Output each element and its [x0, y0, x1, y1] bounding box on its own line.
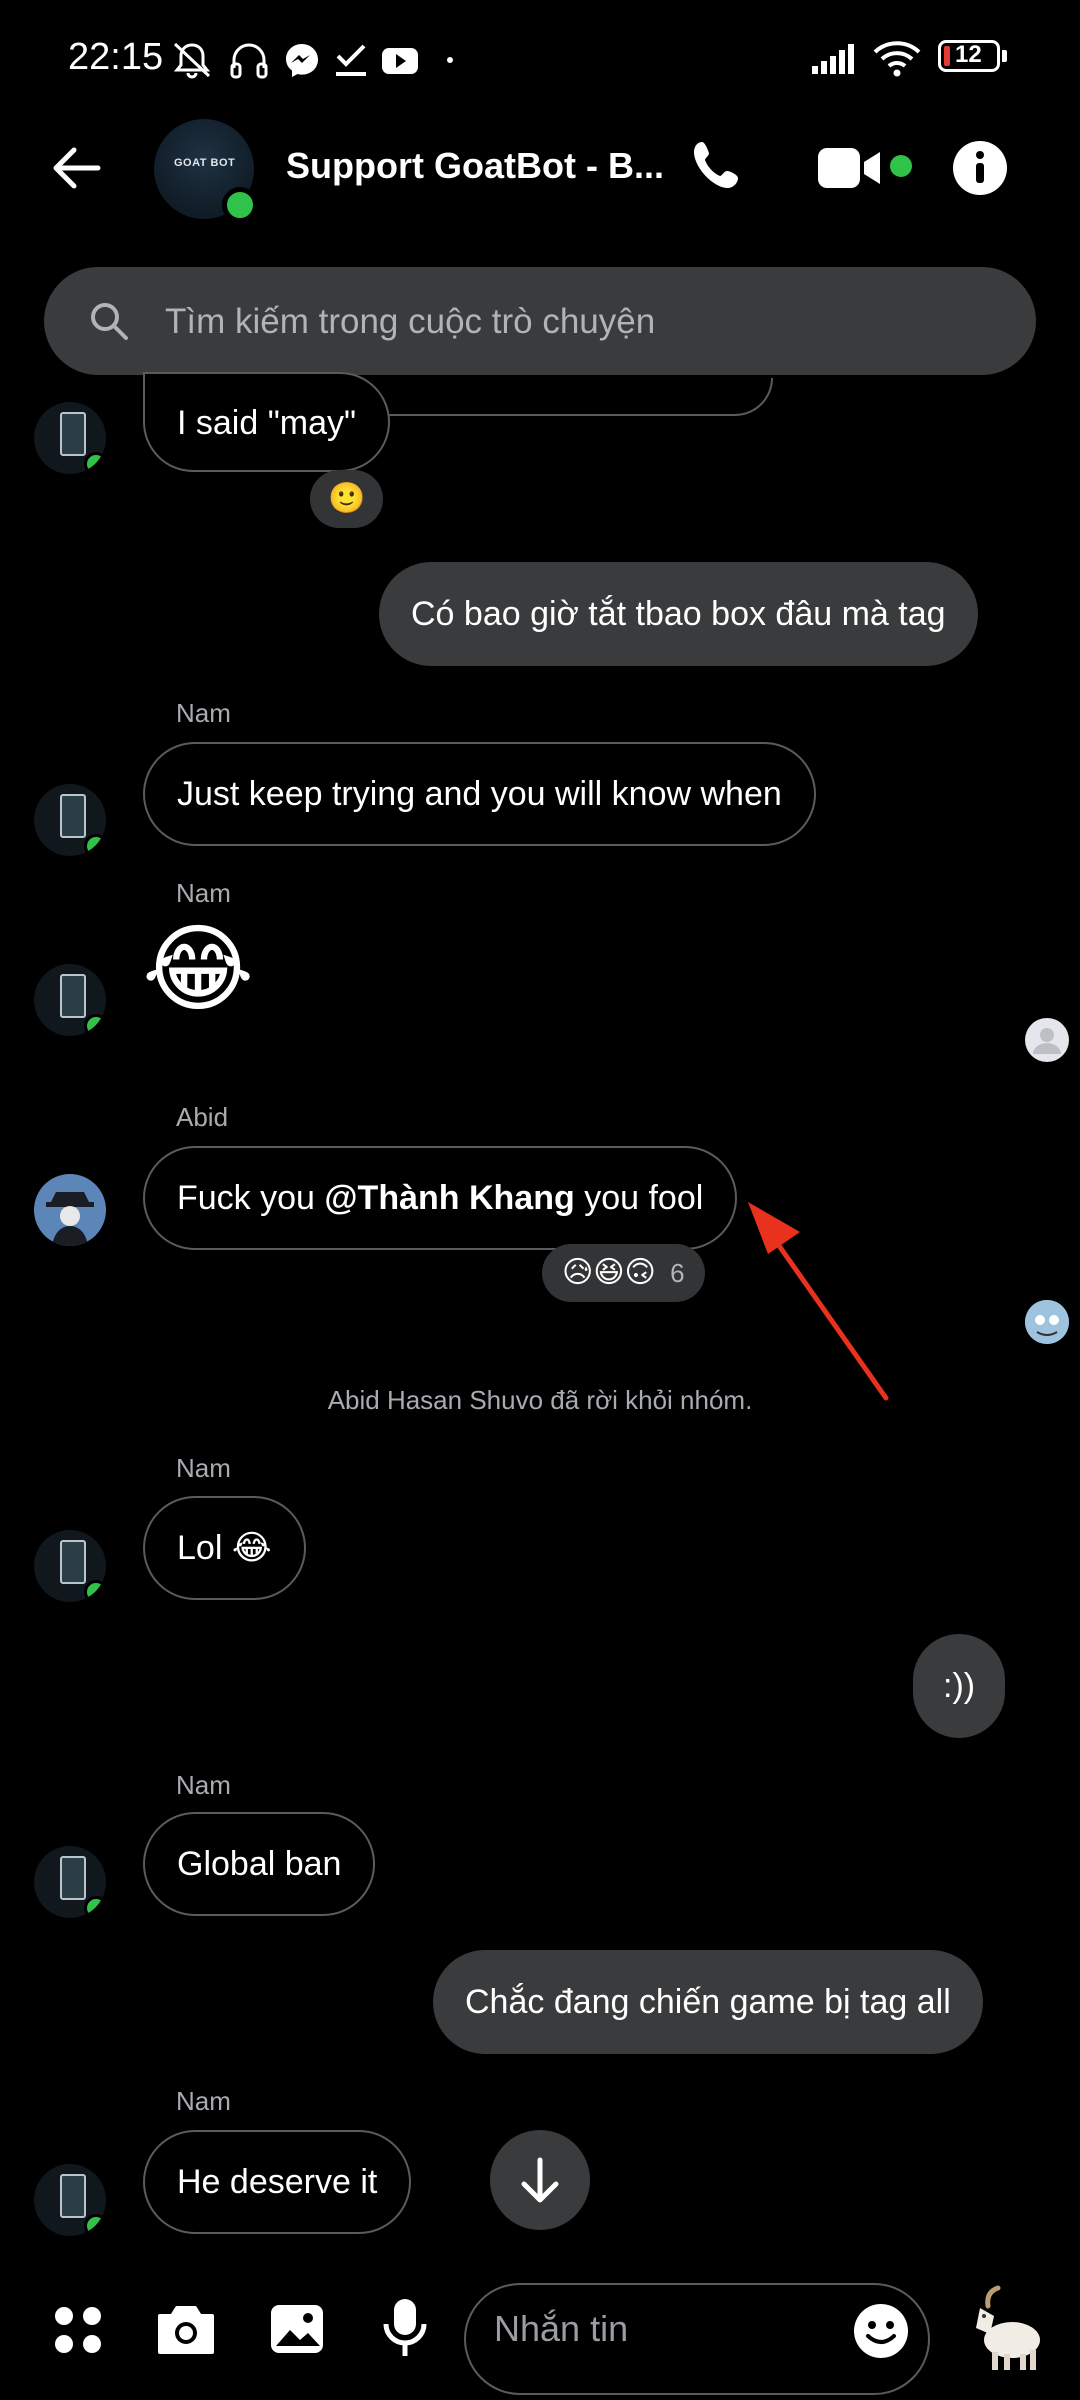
reactions-badge[interactable]: 😥😆🙃 6: [542, 1244, 705, 1302]
conversation-title[interactable]: Support GoatBot - B...: [286, 145, 664, 187]
wifi-icon: [873, 41, 921, 77]
emoji-icon[interactable]: [852, 2302, 910, 2360]
emoji-message[interactable]: 😂: [142, 915, 254, 1025]
reaction-badge[interactable]: 🙂: [310, 470, 384, 528]
message-bubble[interactable]: Global ban: [143, 1812, 376, 1916]
outgoing-message-bubble[interactable]: Có bao giờ tắt tbao box đâu mà tag: [379, 562, 978, 666]
message-bubble[interactable]: He deserve it: [143, 2130, 412, 2234]
apps-grid-icon[interactable]: [50, 2302, 106, 2358]
sender-name: Nam: [176, 1453, 231, 1483]
group-avatar-text: GOAT BOT: [174, 157, 236, 169]
message-input-placeholder: Nhắn tin: [494, 2308, 629, 2349]
message-bubble[interactable]: Lol 😂: [143, 1496, 306, 1600]
camera-icon[interactable]: [154, 2300, 218, 2360]
message-text: you fool: [574, 1179, 704, 1217]
phone-icon[interactable]: [688, 138, 748, 198]
avatar-nam[interactable]: [34, 1530, 106, 1602]
arrow-down-icon: [521, 2157, 559, 2203]
dot-icon: [447, 57, 453, 63]
avatar-abid[interactable]: [34, 1174, 106, 1246]
youtube-icon: [382, 48, 418, 74]
outgoing-message-bubble[interactable]: :)): [913, 1634, 1006, 1738]
reaction-count: 6: [670, 1258, 685, 1288]
sender-name: Nam: [176, 878, 231, 908]
message-bubble[interactable]: Just keep trying and you will know when: [143, 742, 816, 846]
scroll-to-bottom-button[interactable]: [490, 2130, 590, 2230]
seen-avatar: [1025, 1300, 1069, 1344]
search-icon: [91, 303, 128, 340]
message-bubble[interactable]: I said "may": [143, 372, 391, 472]
outgoing-message-bubble[interactable]: Chắc đang chiến game bị tag all: [433, 1950, 983, 2054]
sender-name: Abid: [176, 1102, 229, 1132]
message-bubble-mention[interactable]: Fuck you @Thành Khang you fool: [143, 1146, 738, 1250]
messenger-icon: [286, 44, 318, 77]
mute-bell-icon: [173, 42, 211, 79]
signal-icon: [812, 44, 854, 74]
online-status-dot: [222, 187, 258, 223]
info-icon[interactable]: [952, 140, 1008, 196]
sender-name: Nam: [176, 698, 231, 728]
done-check-icon: [336, 44, 366, 76]
search-placeholder: Tìm kiếm trong cuộc trò chuyện: [165, 302, 656, 341]
avatar-nam[interactable]: [34, 784, 106, 856]
status-time: 22:15: [68, 36, 164, 78]
avatar-nam[interactable]: [34, 402, 106, 474]
headphones-icon: [230, 43, 268, 79]
microphone-icon[interactable]: [380, 2296, 430, 2360]
battery-level: 12: [955, 41, 982, 68]
goat-sticker-icon[interactable]: [968, 2284, 1052, 2374]
gallery-icon[interactable]: [268, 2300, 326, 2358]
avatar-nam[interactable]: [34, 2164, 106, 2236]
video-online-dot: [890, 155, 912, 177]
system-message: Abid Hasan Shuvo đã rời khỏi nhóm.: [327, 1385, 753, 1415]
message-text: Fuck you: [177, 1179, 325, 1217]
reaction-emojis: 😥😆🙃: [562, 1256, 656, 1289]
avatar-nam[interactable]: [34, 964, 106, 1036]
sender-name: Nam: [176, 1770, 231, 1800]
sender-name: Nam: [176, 2086, 231, 2116]
battery-icon: 12: [938, 40, 1000, 72]
annotation-arrow: [748, 1202, 889, 1401]
mention-tag[interactable]: @Thành Khang: [324, 1179, 574, 1217]
video-icon[interactable]: [816, 142, 886, 194]
seen-avatar-default: [1025, 1018, 1069, 1062]
avatar-nam[interactable]: [34, 1846, 106, 1918]
back-arrow-icon[interactable]: [48, 140, 104, 196]
